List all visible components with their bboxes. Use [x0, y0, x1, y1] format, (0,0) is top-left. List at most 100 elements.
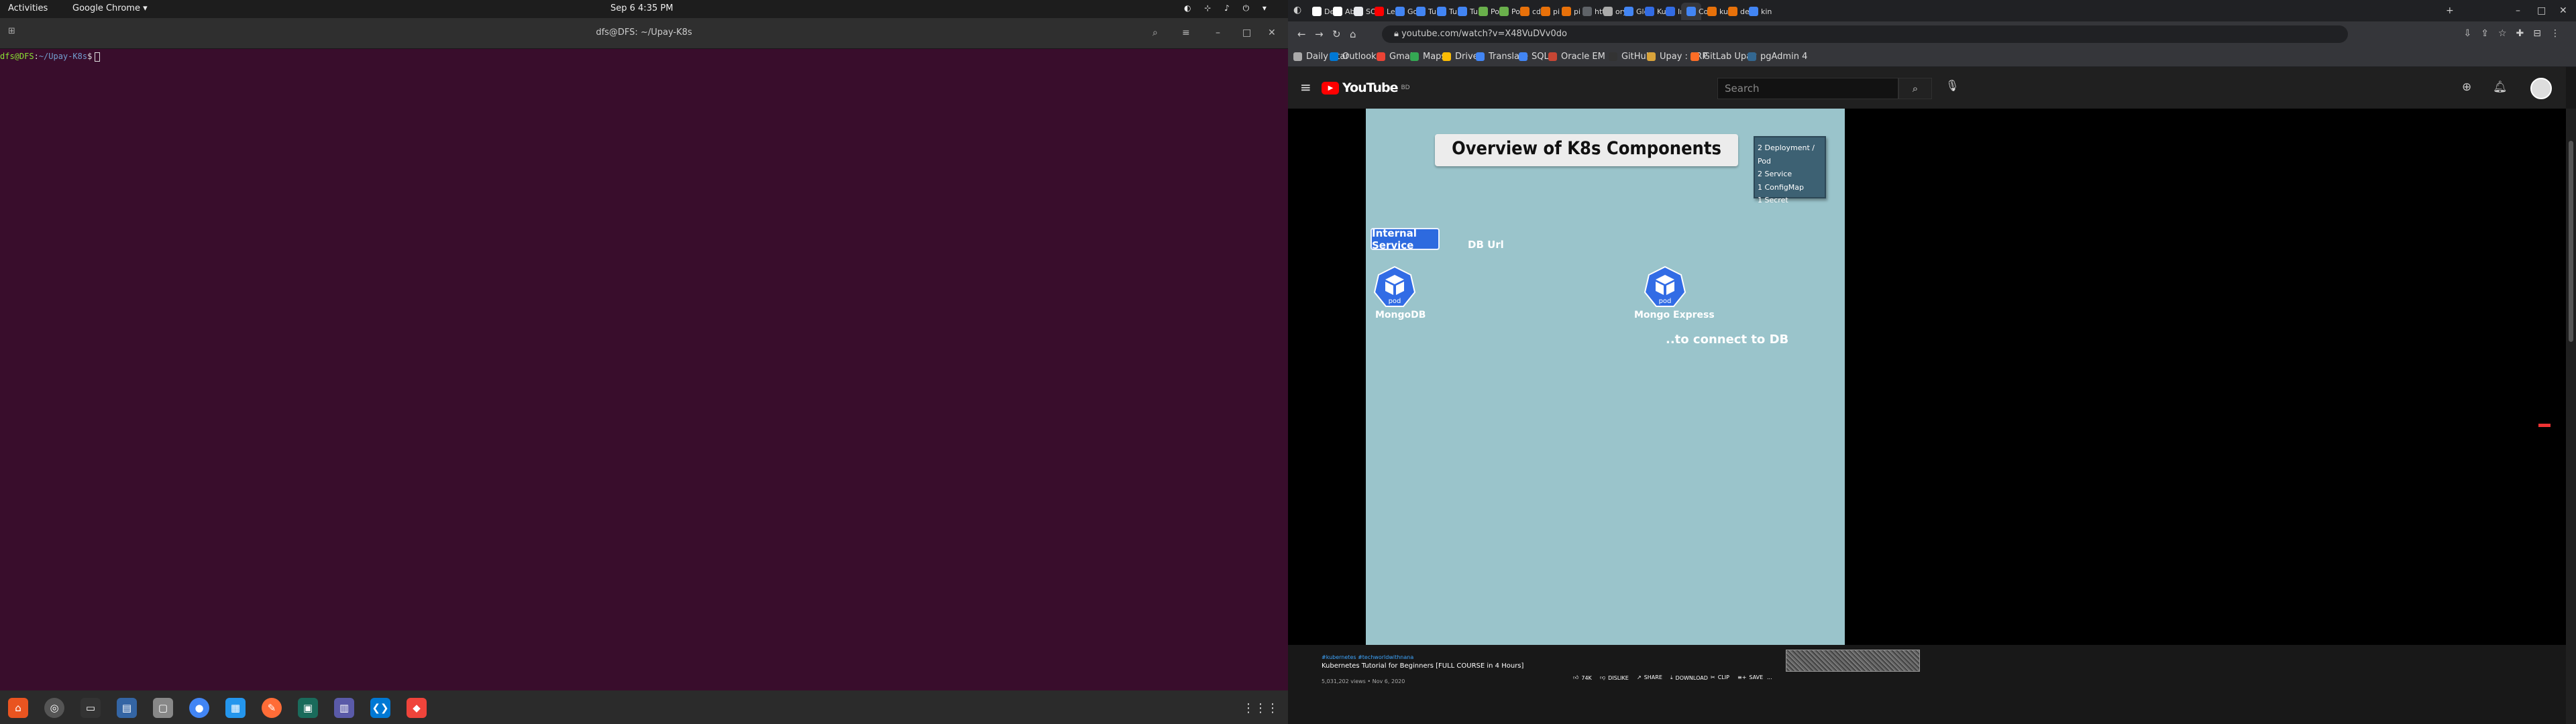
file-manager-icon[interactable]: ▢ [153, 698, 173, 718]
tab-favicon [1479, 7, 1488, 16]
search-icon[interactable]: ⌕ [1152, 27, 1158, 38]
browser-tab[interactable]: pi [1556, 3, 1580, 20]
monitor-icon[interactable]: ▥ [334, 698, 354, 718]
browser-tab[interactable]: htt [1577, 3, 1605, 20]
anydesk-icon[interactable]: ◆ [407, 698, 427, 718]
notifications-icon[interactable]: 🔔︎ [2493, 80, 2508, 94]
home-icon[interactable]: ⌂ [1350, 28, 1356, 40]
browser-tab[interactable]: Tu [1411, 3, 1436, 20]
forward-icon[interactable]: → [1315, 28, 1324, 40]
browser-tab[interactable]: Po [1473, 3, 1499, 20]
browser-tab[interactable]: pi [1536, 3, 1560, 20]
postman-icon[interactable]: ✎ [262, 698, 282, 718]
tab-favicon [1312, 7, 1322, 16]
browser-tab[interactable]: Ab [1328, 3, 1355, 20]
search-button[interactable]: ⌕ [1898, 78, 1932, 99]
activities-button[interactable]: Activities [8, 3, 48, 13]
bookmark-item[interactable]: pgAdmin 4 [1748, 52, 1807, 62]
browser-tab[interactable]: de [1723, 3, 1750, 20]
reload-icon[interactable]: ↻ [1332, 28, 1341, 40]
connect-text: ..to connect to DB [1666, 333, 1789, 347]
files-icon[interactable]: ▤ [117, 698, 137, 718]
bookmark-item[interactable]: Outlook [1330, 52, 1377, 62]
ad-banner[interactable] [1786, 650, 1920, 672]
browser-tab[interactable]: SO [1348, 3, 1377, 20]
clock[interactable]: Sep 6 4:35 PM [610, 3, 673, 13]
close-icon[interactable]: ✕ [1268, 27, 1276, 38]
bookmark-item[interactable]: Gmail [1377, 52, 1415, 62]
browser-tab[interactable]: Tu [1452, 3, 1478, 20]
browser-tab[interactable]: cd [1515, 3, 1541, 20]
region-code: BD [1401, 84, 1410, 91]
vscode-icon[interactable]: ❮❯ [370, 698, 390, 718]
browser-tab[interactable]: De [1307, 3, 1334, 20]
address-bar[interactable]: 🔒︎ youtube.com/watch?v=X48VuDVv0do [1382, 25, 2348, 43]
thumbs-down-icon: 👎︎ [1600, 674, 1606, 680]
bookmark-item[interactable]: SQL [1519, 52, 1549, 62]
terminal-titlebar: ⊞ dfs@DFS: ~/Upay-K8s ⌕ ≡ – □ ✕ [0, 18, 1288, 49]
download-button[interactable]: ⤓ DOWNLOAD [1670, 674, 1708, 681]
browser-tab[interactable]: Co [1681, 3, 1708, 20]
browser-tab[interactable]: Tu [1432, 3, 1457, 20]
minimize-icon[interactable]: – [2516, 5, 2520, 16]
system-top-bar: Activities Google Chrome ▾ Sep 6 4:35 PM… [0, 0, 1288, 18]
create-icon[interactable]: ⊕ [2462, 80, 2471, 94]
bookmark-item[interactable]: GitHub [1609, 52, 1652, 62]
like-button[interactable]: 👍︎ 74K [1573, 674, 1592, 681]
browser-tab[interactable]: Le [1369, 3, 1395, 20]
browser-tab[interactable]: Ku [1640, 3, 1666, 20]
new-tab-button[interactable]: + [2446, 5, 2454, 16]
bookmark-favicon [1647, 52, 1656, 61]
share-label: SHARE [1644, 674, 1662, 680]
maximize-icon[interactable]: □ [2537, 5, 2546, 16]
dislike-button[interactable]: 👎︎ DISLIKE [1600, 674, 1629, 681]
bookmark-favicon [1330, 52, 1338, 61]
playlist-add-icon: ≡+ [1737, 674, 1747, 680]
scrollbar-thumb[interactable] [2569, 141, 2573, 342]
system-tray[interactable]: ◐ ⊹ ♪ ⏻ ▾ [1184, 3, 1272, 13]
youtube-logo[interactable]: ▶ YouTube BD [1322, 80, 1410, 95]
jetbrains-icon[interactable]: ▣ [298, 698, 318, 718]
back-icon[interactable]: ← [1297, 28, 1306, 40]
browser-tab[interactable]: Po [1494, 3, 1520, 20]
search-input[interactable]: Search [1717, 78, 1898, 99]
browser-tab[interactable]: Int [1660, 3, 1688, 20]
maximize-icon[interactable]: □ [1242, 27, 1251, 38]
bookmark-item[interactable]: Oracle EM [1548, 52, 1605, 62]
share-button[interactable]: ↗ SHARE [1637, 674, 1662, 680]
close-icon[interactable]: ✕ [2559, 5, 2567, 16]
terminal-icon[interactable]: ▭ [80, 698, 101, 718]
docker-icon[interactable]: ▦ [225, 698, 246, 718]
bookmark-item[interactable]: Drive [1442, 52, 1479, 62]
hashtags[interactable]: #kubernetes #techworldwithnana [1322, 654, 1413, 660]
app-menu[interactable]: Google Chrome ▾ [72, 3, 148, 13]
tab-favicon [1354, 7, 1363, 16]
bookmark-favicon [1293, 52, 1302, 61]
minimize-icon[interactable]: – [1216, 27, 1220, 38]
browser-tab[interactable]: ku [1702, 3, 1728, 20]
extensions-bar[interactable]: ⇩⇪☆✚⊟⋮ [2464, 28, 2569, 39]
terminal-body[interactable]: dfs@DFS:~/Upay-K8s$ [0, 49, 1288, 690]
browser-tab[interactable]: ory [1598, 3, 1627, 20]
browser-tab[interactable]: kin [1743, 3, 1772, 20]
bookmark-item[interactable]: Maps [1410, 52, 1446, 62]
menu-icon[interactable]: ≡ [1182, 27, 1190, 38]
browser-tab[interactable]: Go [1390, 3, 1417, 20]
subscribe-watermark[interactable] [2538, 424, 2551, 427]
show-apps-icon[interactable]: ⋮⋮⋮ [1242, 701, 1279, 715]
bookmark-favicon [1690, 52, 1699, 61]
ubuntu-software-icon[interactable]: ⌂ [8, 698, 28, 718]
settings-icon[interactable]: ◎ [44, 698, 64, 718]
tab-search-icon[interactable]: ◐ [1293, 5, 1301, 15]
menu-icon[interactable]: ≡ [1300, 79, 1311, 95]
browser-tab[interactable]: Glo [1619, 3, 1648, 20]
more-actions-button[interactable]: ... [1767, 674, 1772, 680]
microphone-icon[interactable]: 🎙︎ [1945, 79, 1959, 92]
clip-button[interactable]: ✂ CLIP [1711, 674, 1729, 680]
prompt-dollar: $ [87, 52, 93, 61]
bookmark-item[interactable]: GitLab Upay [1690, 52, 1757, 62]
chrome-icon[interactable]: ● [189, 698, 209, 718]
avatar[interactable] [2530, 78, 2552, 99]
video-player[interactable]: Overview of K8s Components 2 Deployment … [1288, 109, 2566, 645]
save-button[interactable]: ≡+ SAVE [1737, 674, 1763, 680]
